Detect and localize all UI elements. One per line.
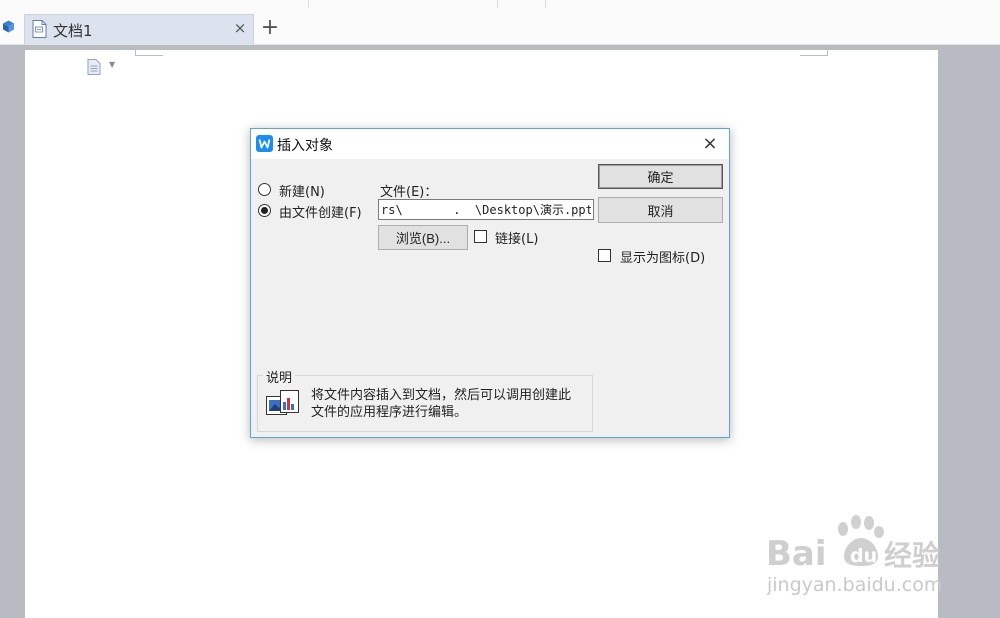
insert-object-dialog: 插入对象 × 新建(N) 由文件创建(F) 文件(E)： 浏览(B)... 链接…	[250, 128, 730, 438]
tab-close-icon[interactable]: ×	[231, 18, 249, 38]
svg-text:Bai: Bai	[766, 534, 827, 570]
chevron-down-icon[interactable]: ▼	[109, 60, 115, 69]
link-checkbox[interactable]	[474, 230, 487, 243]
display-as-icon-checkbox[interactable]	[598, 249, 611, 262]
toolbar-divider	[308, 0, 309, 8]
embedded-object-icon	[266, 390, 299, 415]
tab-bar: 文档1 × +	[0, 0, 1000, 45]
toolbar-divider	[545, 0, 546, 8]
ok-button[interactable]: 确定	[598, 164, 723, 189]
svg-text:经验: 经验	[884, 539, 940, 570]
svg-text:du: du	[850, 545, 877, 567]
document-icon	[32, 20, 47, 38]
file-path-input[interactable]	[378, 199, 594, 220]
dialog-titlebar[interactable]: 插入对象 ×	[251, 129, 729, 159]
wps-writer-logo-icon	[256, 135, 273, 152]
cancel-button[interactable]: 取消	[598, 197, 723, 223]
description-group-label: 说明	[263, 367, 296, 386]
close-icon[interactable]: ×	[695, 131, 725, 157]
tab-document[interactable]: 文档1 ×	[24, 14, 254, 44]
new-tab-icon[interactable]: +	[260, 16, 280, 40]
radio-new[interactable]	[258, 183, 271, 196]
paragraph-icon[interactable]	[86, 59, 102, 75]
description-text: 将文件内容插入到文档，然后可以调用创建此文件的应用程序进行编辑。	[311, 388, 572, 420]
radio-from-file-label[interactable]: 由文件创建(F)	[279, 202, 362, 221]
display-as-icon-label[interactable]: 显示为图标(D)	[620, 247, 705, 266]
file-field-label: 文件(E)：	[380, 185, 438, 200]
baidu-jingyan-watermark-logo: Bai du 经验	[766, 515, 940, 570]
radio-new-label[interactable]: 新建(N)	[279, 181, 325, 200]
link-checkbox-label[interactable]: 链接(L)	[495, 228, 538, 247]
margin-corner-mark	[800, 50, 828, 56]
radio-from-file[interactable]	[258, 204, 271, 217]
watermark-domain: jingyan.baidu.com	[767, 574, 943, 596]
cube-icon[interactable]	[2, 20, 15, 33]
toolbar-divider	[497, 0, 498, 8]
margin-corner-mark	[135, 50, 163, 56]
dialog-title: 插入对象	[277, 138, 333, 154]
browse-button[interactable]: 浏览(B)...	[378, 225, 468, 250]
tab-title: 文档1	[53, 22, 93, 40]
